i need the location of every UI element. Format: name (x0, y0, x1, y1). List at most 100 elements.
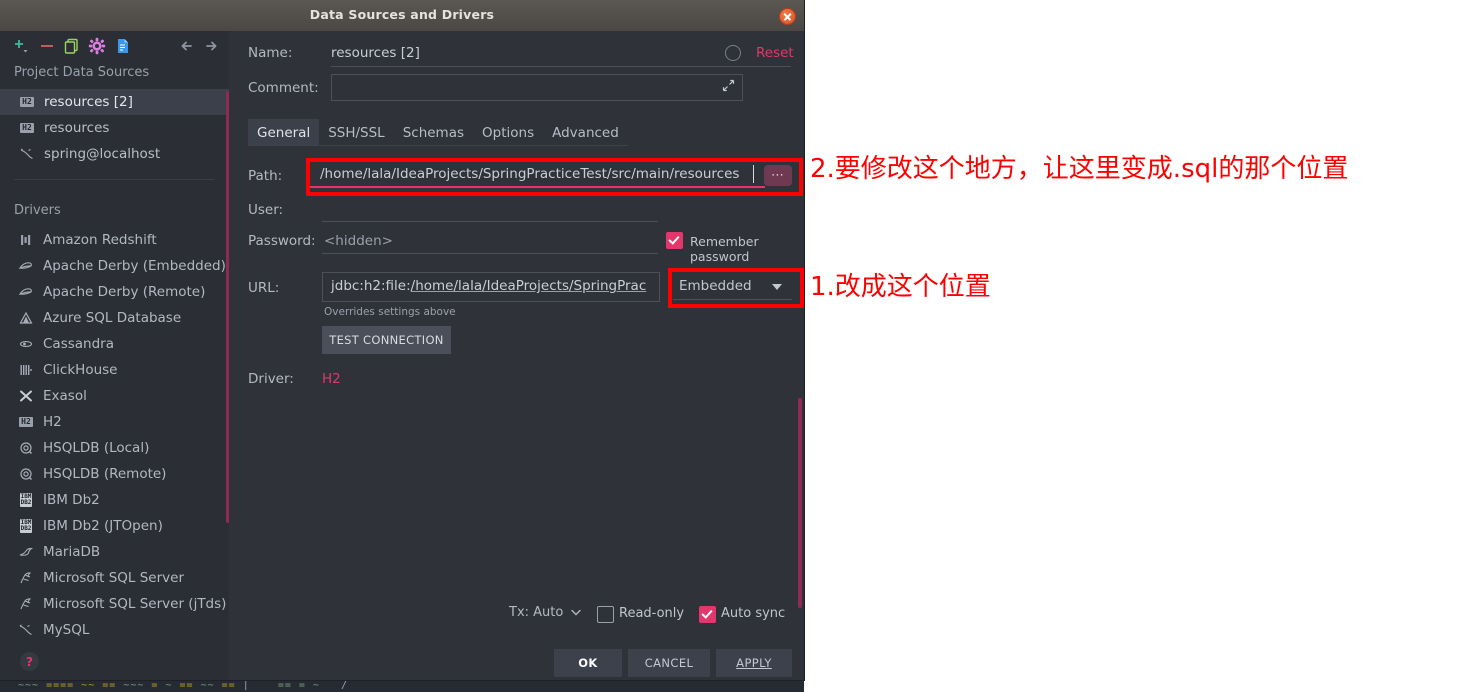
sidebar-item-label: resources (44, 120, 110, 136)
redshift-icon (16, 231, 36, 249)
user-input[interactable] (322, 221, 658, 222)
driver-label: Azure SQL Database (43, 310, 182, 326)
ide-code-line: ~~~ ==== ~~ == ~~~ = ~ == ~~ == | == = ~… (18, 680, 349, 691)
driver-label: Driver: (248, 371, 294, 387)
comment-input[interactable] (331, 74, 743, 101)
mysql-icon (16, 621, 36, 639)
sidebar-item-spring-localhost[interactable]: spring@localhost (0, 141, 229, 167)
db2-icon: IBM DB2 (19, 493, 33, 507)
ok-button[interactable]: OK (554, 649, 622, 677)
name-value[interactable]: resources [2] (331, 45, 420, 61)
tx-mode-selector[interactable]: Tx: Auto (509, 605, 582, 620)
tab-ssh-ssl[interactable]: SSH/SSL (319, 119, 394, 146)
close-icon[interactable] (779, 8, 796, 25)
tab-advanced[interactable]: Advanced (543, 119, 628, 146)
combo-underline (673, 299, 792, 300)
settings-gear-icon[interactable] (88, 37, 106, 55)
password-input-underline[interactable] (322, 253, 658, 254)
mssql-icon (16, 569, 36, 587)
derby-icon (16, 283, 36, 301)
driver-item-ibm-db2[interactable]: IBM DB2 IBM Db2 (0, 487, 229, 513)
apply-button[interactable]: APPLY (716, 649, 792, 677)
exasol-icon (16, 387, 36, 405)
user-label: User: (248, 202, 284, 218)
driver-value[interactable]: H2 (322, 371, 341, 387)
driver-item-amazon-redshift[interactable]: Amazon Redshift (0, 227, 229, 253)
autosync-checkbox[interactable] (699, 606, 716, 623)
chevron-down-icon (571, 605, 582, 620)
connection-type-dropdown[interactable]: Embedded (673, 273, 792, 300)
name-status-indicator[interactable] (725, 45, 741, 61)
url-input[interactable]: jdbc:h2:file:/home/lala/IdeaProjects/Spr… (322, 272, 660, 302)
clickhouse-icon (16, 361, 36, 379)
test-connection-button[interactable]: TEST CONNECTION (322, 326, 451, 354)
settings-tabs: General SSH/SSL Schemas Options Advanced (248, 119, 628, 146)
project-data-sources-header: Project Data Sources (14, 65, 150, 80)
path-input[interactable]: /home/lala/IdeaProjects/SpringPracticeTe… (310, 162, 795, 188)
driver-item-apache-derby-embedded[interactable]: Apache Derby (Embedded) (0, 253, 229, 279)
expand-icon[interactable] (722, 79, 735, 95)
driver-item-hsqldb-remote[interactable]: HSQLDB (Remote) (0, 461, 229, 487)
driver-item-microsoft-sql-server[interactable]: Microsoft SQL Server (0, 565, 229, 591)
cancel-label: CANCEL (644, 656, 694, 670)
driver-label: ClickHouse (43, 362, 118, 378)
help-icon[interactable]: ? (20, 652, 39, 671)
nav-forward-icon[interactable] (203, 37, 221, 55)
driver-item-ibm-db2-jtopen[interactable]: IBM DB2 IBM Db2 (JTOpen) (0, 513, 229, 539)
cancel-button[interactable]: CANCEL (628, 649, 710, 677)
driver-label: H2 (43, 414, 62, 430)
tx-label: Tx: Auto (509, 605, 564, 620)
reset-button[interactable]: Reset (756, 45, 794, 61)
ellipsis-browse-icon[interactable]: ⋯ (764, 165, 792, 186)
copy-icon[interactable] (63, 37, 81, 55)
driver-item-azure-sql-database[interactable]: Azure SQL Database (0, 305, 229, 331)
ide-editor-strip: ~~~ ==== ~~ == ~~~ = ~ == ~~ == | == = ~… (0, 678, 804, 692)
form-scrollbar[interactable] (798, 398, 802, 608)
sidebar-item-resources-2[interactable]: H2 resources [2] (0, 89, 229, 115)
annotation-text-1: 1.改成这个位置 (810, 272, 991, 302)
overrides-note: Overrides settings above (324, 306, 456, 318)
text-caret (753, 165, 754, 183)
driver-item-cassandra[interactable]: Cassandra (0, 331, 229, 357)
url-label: URL: (248, 280, 280, 296)
driver-label: MariaDB (43, 544, 101, 560)
tab-schemas[interactable]: Schemas (394, 119, 473, 146)
password-value[interactable]: <hidden> (324, 233, 393, 249)
driver-item-microsoft-sql-server-jtds[interactable]: Microsoft SQL Server (jTds) (0, 591, 229, 617)
sidebar-item-label: spring@localhost (44, 146, 161, 162)
driver-item-hsqldb-local[interactable]: HSQLDB (Local) (0, 435, 229, 461)
driver-item-mariadb[interactable]: MariaDB (0, 539, 229, 565)
driver-item-exasol[interactable]: Exasol (0, 383, 229, 409)
remember-password-checkbox[interactable] (666, 232, 683, 249)
add-icon[interactable] (12, 37, 30, 55)
nav-back-icon[interactable] (179, 37, 197, 55)
path-value: /home/lala/IdeaProjects/SpringPracticeTe… (320, 166, 740, 182)
name-input-underline[interactable] (331, 66, 791, 67)
annotation-text-2: 2.要修改这个地方，让这里变成.sql的那个位置 (810, 154, 1349, 184)
remove-icon[interactable] (38, 37, 56, 55)
h2-icon: H2 (20, 123, 34, 133)
path-label: Path: (248, 168, 283, 184)
sidebar-item-resources[interactable]: H2 resources (0, 115, 229, 141)
url-value: jdbc:h2:file:/home/lala/IdeaProjects/Spr… (331, 278, 646, 294)
sidebar-item-label: resources [2] (44, 94, 133, 110)
driver-label: Apache Derby (Embedded) (43, 258, 226, 274)
driver-item-clickhouse[interactable]: ClickHouse (0, 357, 229, 383)
sidebar-divider (14, 179, 214, 180)
file-icon[interactable] (114, 37, 132, 55)
comment-label: Comment: (248, 80, 319, 96)
hsqldb-icon (16, 439, 36, 457)
sidebar-toolbar (0, 31, 229, 59)
password-label: Password: (248, 233, 316, 249)
apply-label: APPLY (736, 656, 772, 670)
driver-item-apache-derby-remote[interactable]: Apache Derby (Remote) (0, 279, 229, 305)
readonly-checkbox[interactable] (597, 606, 614, 623)
driver-item-h2[interactable]: H2 H2 (0, 409, 229, 435)
tab-general[interactable]: General (248, 119, 320, 146)
driver-item-mysql[interactable]: MySQL (0, 617, 229, 643)
h2-icon: H2 (19, 417, 33, 427)
driver-label: HSQLDB (Local) (43, 440, 150, 456)
help-label: ? (26, 654, 33, 669)
tab-options[interactable]: Options (473, 119, 543, 146)
readonly-label: Read-only (619, 606, 685, 621)
